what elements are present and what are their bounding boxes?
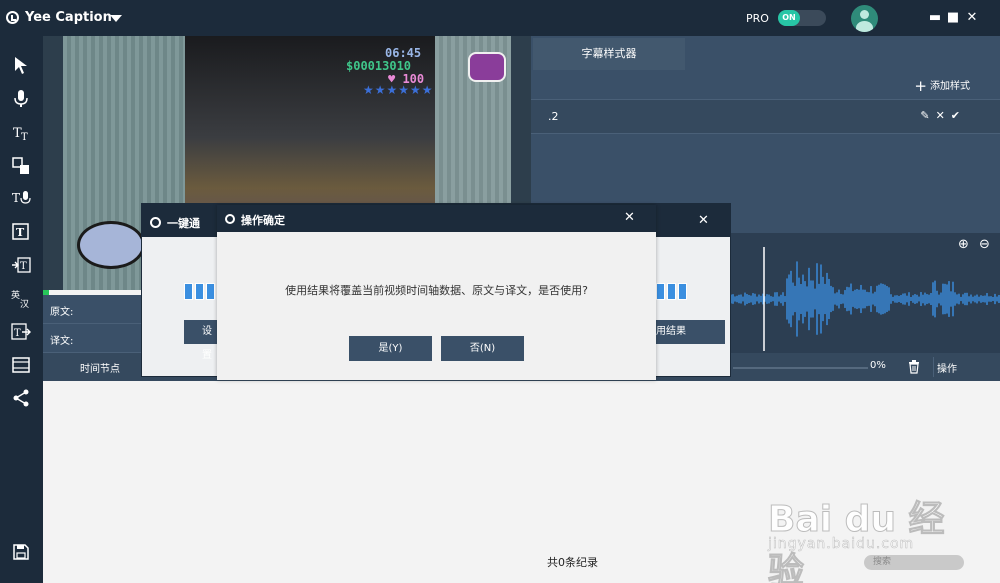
trash-icon[interactable] xyxy=(908,360,920,374)
settings-button[interactable]: 设置 xyxy=(184,320,218,361)
zoom-out-icon[interactable]: ⊖ xyxy=(979,237,990,252)
minimize-button[interactable]: ▬ xyxy=(926,9,944,27)
left-toolbar: TT T T T 英汉 T xyxy=(0,36,43,583)
operations-column-header: 操作 xyxy=(937,364,957,375)
pro-label: PRO xyxy=(746,12,769,25)
tab-subtitle-styles[interactable]: 字幕样式器 xyxy=(533,38,685,70)
style-list-item[interactable]: .2 ✎ ✕ ✔ xyxy=(531,100,1000,134)
voice-text-tool-icon[interactable]: T xyxy=(8,185,34,211)
confirm-dialog-header: 操作确定 ✕ xyxy=(217,205,656,232)
one-click-dialog-title: 一键通 xyxy=(167,217,200,230)
app-menu-chevron-down-icon[interactable] xyxy=(110,15,122,22)
plus-icon: + xyxy=(914,77,927,95)
text-box-tool-icon[interactable]: T xyxy=(8,219,34,245)
delete-x-icon[interactable]: ✕ xyxy=(936,109,945,122)
original-label: 原文: xyxy=(50,307,74,318)
hud-wanted-stars: ★★★★★★ xyxy=(363,83,434,97)
use-result-button[interactable]: 用结果 xyxy=(656,320,725,344)
confirm-message: 使用结果将覆盖当前视频时间轴数据、原文与译文，是否使用? xyxy=(285,284,588,297)
save-icon[interactable] xyxy=(8,539,34,565)
pointer-tool-icon[interactable] xyxy=(8,52,34,78)
svg-text:T: T xyxy=(12,191,20,205)
add-style-button[interactable]: + 添加样式 xyxy=(914,77,970,95)
hud-money: $00013010 xyxy=(346,59,412,73)
progress-bar xyxy=(733,367,868,369)
app-title: Yee Caption xyxy=(25,10,112,25)
close-icon[interactable]: ✕ xyxy=(698,213,709,228)
hud-radar xyxy=(77,221,145,269)
zoom-in-icon[interactable]: ⊕ xyxy=(958,237,969,252)
confirm-dialog-title: 操作确定 xyxy=(241,214,285,227)
svg-text:T: T xyxy=(16,226,25,239)
svg-text:英: 英 xyxy=(11,289,20,301)
maximize-button[interactable]: ■ xyxy=(944,9,962,27)
confirm-check-icon[interactable]: ✔ xyxy=(951,109,960,122)
baidu-watermark: Bai du 经验 jingyan.baidu.com xyxy=(768,478,968,583)
yes-button[interactable]: 是(Y) xyxy=(349,336,432,361)
edit-pencil-icon[interactable]: ✎ xyxy=(920,109,929,122)
close-button[interactable]: ✕ xyxy=(963,9,981,27)
close-icon[interactable]: ✕ xyxy=(624,210,635,225)
style-panel-header: + 添加样式 xyxy=(531,70,1000,100)
hud-time: 06:45 xyxy=(385,46,422,60)
shape-tool-icon[interactable] xyxy=(8,152,34,178)
microphone-tool-icon[interactable] xyxy=(8,85,34,111)
share-icon[interactable] xyxy=(8,385,34,411)
app-logo-icon xyxy=(225,214,235,224)
confirm-dialog: 操作确定 ✕ 使用结果将覆盖当前视频时间轴数据、原文与译文，是否使用? 是(Y)… xyxy=(217,205,656,380)
watermark-sub: jingyan.baidu.com xyxy=(768,536,915,553)
text-size-tool-icon[interactable]: TT xyxy=(8,119,34,145)
svg-text:汉: 汉 xyxy=(20,299,29,309)
svg-text:T: T xyxy=(14,328,21,339)
record-count: 共0条纪录 xyxy=(547,556,598,569)
translate-tool-icon[interactable]: 英汉 xyxy=(8,285,34,311)
export-text-tool-icon[interactable]: T xyxy=(8,319,34,345)
svg-text:T: T xyxy=(21,132,28,143)
right-progress-blocks xyxy=(656,283,689,301)
no-button[interactable]: 否(N) xyxy=(441,336,524,361)
left-progress-blocks xyxy=(184,283,217,301)
pro-toggle-on: ON xyxy=(778,10,800,26)
app-logo-icon xyxy=(150,217,161,228)
translation-label: 译文: xyxy=(50,336,74,347)
time-column-header: 时间节点 xyxy=(80,364,120,375)
film-tool-icon[interactable] xyxy=(8,352,34,378)
app-logo-icon xyxy=(6,11,19,24)
style-name: .2 xyxy=(548,110,559,123)
title-bar: Yee Caption PRO ON ▬ ■ ✕ xyxy=(0,0,1000,36)
user-avatar[interactable] xyxy=(851,5,878,32)
pro-toggle[interactable]: ON xyxy=(778,10,826,26)
svg-text:T: T xyxy=(20,261,27,272)
insert-text-tool-icon[interactable]: T xyxy=(8,252,34,278)
progress-percent: 0% xyxy=(870,360,886,371)
hud-weapon-icon xyxy=(468,52,506,82)
